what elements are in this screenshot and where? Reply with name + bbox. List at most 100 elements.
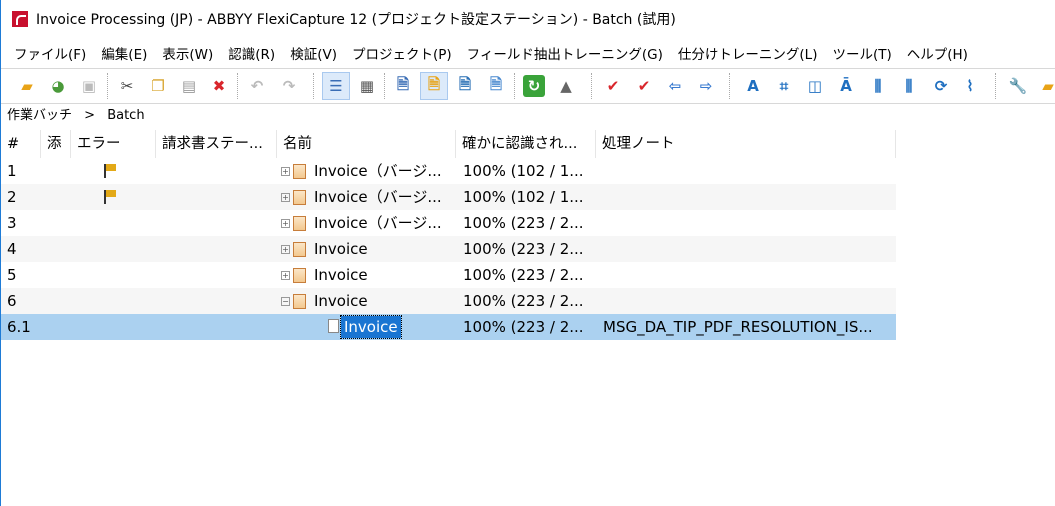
row-recognized: 100% (223 / 2... bbox=[463, 240, 584, 258]
row-name: Invoice bbox=[314, 266, 368, 284]
redo-icon[interactable]: ↷ bbox=[278, 75, 300, 97]
document-definition-icon[interactable]: 🗎 bbox=[420, 72, 448, 100]
menu-help[interactable]: ヘルプ(H) bbox=[907, 43, 968, 63]
check-prev-icon[interactable]: ✔ bbox=[602, 75, 624, 97]
row-number: 2 bbox=[7, 188, 17, 206]
table-row[interactable]: 4 + Invoice 100% (223 / 2... bbox=[1, 236, 896, 262]
col-processing-note[interactable]: 処理ノート bbox=[596, 130, 896, 158]
menu-field-training[interactable]: フィールド抽出トレーニング(G) bbox=[467, 43, 663, 63]
menu-tools[interactable]: ツール(T) bbox=[832, 43, 891, 63]
cut-icon[interactable]: ✂ bbox=[116, 75, 138, 97]
check-next-icon[interactable]: ✔ bbox=[633, 75, 655, 97]
toolbar: ▰ ◕ ▣ ✂ ❐ ▤ ✖ ↶ ↷ ☰ ▦ 🗎 🗎 🗎 🗎 ↻ ▲ ✔ ✔ ⇦ … bbox=[1, 68, 1055, 104]
table-row[interactable]: 5 + Invoice 100% (223 / 2... bbox=[1, 262, 896, 288]
table-row[interactable]: 1 + Invoice（バージ... 100% (102 / 1... bbox=[1, 158, 896, 184]
page-icon bbox=[328, 319, 339, 333]
row-recognized: 100% (102 / 1... bbox=[463, 162, 584, 180]
row-name: Invoice bbox=[314, 240, 368, 258]
breadcrumb-current[interactable]: Batch bbox=[107, 108, 144, 123]
open-folder-icon[interactable]: ▰ bbox=[16, 75, 38, 97]
delete-icon[interactable]: ✖ bbox=[208, 75, 230, 97]
collapse-icon[interactable]: − bbox=[281, 297, 290, 306]
document-icon bbox=[293, 190, 306, 205]
paste-icon[interactable]: ▤ bbox=[178, 75, 200, 97]
expand-icon[interactable]: + bbox=[281, 193, 290, 202]
batch-table: # 添 エラー 請求書ステー... 名前 確かに認識され... 処理ノート 1 +… bbox=[1, 130, 896, 340]
thumbnails-view-icon[interactable]: ▦ bbox=[356, 75, 378, 97]
document-icon bbox=[293, 164, 306, 179]
row-name: Invoice（バージ... bbox=[314, 214, 442, 232]
expand-icon[interactable]: + bbox=[281, 271, 290, 280]
row-number: 5 bbox=[7, 266, 17, 284]
document-icon bbox=[293, 242, 306, 257]
training-icon[interactable]: 🗎 bbox=[454, 75, 476, 97]
col-attachment[interactable]: 添 bbox=[41, 130, 71, 158]
next-document-icon[interactable]: ⇨ bbox=[695, 75, 717, 97]
row-name[interactable]: Invoice bbox=[340, 315, 402, 339]
row-recognized: 100% (223 / 2... bbox=[463, 292, 584, 310]
menu-edit[interactable]: 編集(E) bbox=[101, 43, 147, 63]
row-name: Invoice bbox=[314, 292, 368, 310]
menu-bar: ファイル(F) 編集(E) 表示(W) 認識(R) 検証(V) プロジェクト(P… bbox=[1, 40, 970, 66]
col-name[interactable]: 名前 bbox=[277, 130, 456, 158]
graduation-cap-icon[interactable]: ▲ bbox=[555, 75, 577, 97]
barcode-icon[interactable]: ⫼ bbox=[898, 75, 920, 97]
row-recognized: 100% (102 / 1... bbox=[463, 188, 584, 206]
folder-icon[interactable]: ▰ bbox=[1037, 75, 1055, 97]
breadcrumb-separator: > bbox=[84, 108, 96, 123]
document-settings-icon[interactable]: 🗎 bbox=[392, 75, 414, 97]
barcode-rotate-icon[interactable]: ⫼ bbox=[867, 75, 889, 97]
copy-icon[interactable]: ❐ bbox=[147, 75, 169, 97]
expand-icon[interactable]: + bbox=[281, 245, 290, 254]
text-region-icon[interactable]: A bbox=[742, 75, 764, 97]
row-number: 1 bbox=[7, 162, 17, 180]
row-name: Invoice（バージ... bbox=[314, 162, 442, 180]
menu-recognize[interactable]: 認識(R) bbox=[228, 43, 275, 63]
col-number[interactable]: # bbox=[1, 130, 41, 158]
document-icon bbox=[293, 268, 306, 283]
row-recognized: 100% (223 / 2... bbox=[463, 214, 584, 232]
open-web-icon[interactable]: ◕ bbox=[47, 75, 69, 97]
row-name: Invoice（バージ... bbox=[314, 188, 442, 206]
menu-project[interactable]: プロジェクト(P) bbox=[352, 43, 452, 63]
recognize-icon[interactable]: ↻ bbox=[523, 75, 545, 97]
title-bar: Invoice Processing (JP) - ABBYY FlexiCap… bbox=[1, 0, 1055, 38]
menu-verify[interactable]: 検証(V) bbox=[290, 43, 337, 63]
prev-document-icon[interactable]: ⇦ bbox=[664, 75, 686, 97]
flag-icon bbox=[104, 190, 116, 204]
table-icon[interactable]: ◫ bbox=[804, 75, 826, 97]
expand-icon[interactable]: + bbox=[281, 219, 290, 228]
save-icon[interactable]: ▣ bbox=[78, 75, 100, 97]
menu-view[interactable]: 表示(W) bbox=[162, 43, 213, 63]
table-header: # 添 エラー 請求書ステー... 名前 確かに認識され... 処理ノート bbox=[1, 130, 896, 158]
document-icon bbox=[293, 216, 306, 231]
menu-file[interactable]: ファイル(F) bbox=[14, 43, 86, 63]
crop-icon[interactable]: ⌗ bbox=[773, 75, 795, 97]
tag-icon[interactable]: 🗎 bbox=[485, 75, 507, 97]
clean-brush-icon[interactable]: ⌇ bbox=[959, 75, 981, 97]
details-view-icon[interactable]: ☰ bbox=[322, 72, 350, 100]
row-number: 6 bbox=[7, 292, 17, 310]
window-title: Invoice Processing (JP) - ABBYY FlexiCap… bbox=[36, 12, 676, 28]
undo-icon[interactable]: ↶ bbox=[246, 75, 268, 97]
menu-classification-training[interactable]: 仕分けトレーニング(L) bbox=[678, 43, 818, 63]
table-row[interactable]: 3 + Invoice（バージ... 100% (223 / 2... bbox=[1, 210, 896, 236]
breadcrumb: 作業バッチ > Batch bbox=[7, 106, 145, 126]
table-row[interactable]: 6 − Invoice 100% (223 / 2... bbox=[1, 288, 896, 314]
row-recognized: 100% (223 / 2... bbox=[463, 318, 584, 336]
col-invoice-status[interactable]: 請求書ステー... bbox=[156, 130, 277, 158]
row-number: 4 bbox=[7, 240, 17, 258]
expand-icon[interactable]: + bbox=[281, 167, 290, 176]
document-icon bbox=[293, 294, 306, 309]
col-recognized[interactable]: 確かに認識され... bbox=[456, 130, 596, 158]
row-number: 3 bbox=[7, 214, 17, 232]
table-row[interactable]: 2 + Invoice（バージ... 100% (102 / 1... bbox=[1, 184, 896, 210]
table-row[interactable]: 6.1 Invoice 100% (223 / 2... MSG_DA_TIP_PDF… bbox=[1, 314, 896, 340]
app-logo-icon bbox=[12, 11, 28, 27]
row-note: MSG_DA_TIP_PDF_RESOLUTION_IS... bbox=[603, 318, 873, 336]
font-icon[interactable]: Ā bbox=[835, 75, 857, 97]
rotate-page-icon[interactable]: ⟳ bbox=[930, 75, 952, 97]
breadcrumb-root[interactable]: 作業バッチ bbox=[7, 108, 72, 123]
properties-icon[interactable]: 🔧 bbox=[1007, 75, 1029, 97]
col-error[interactable]: エラー bbox=[71, 130, 156, 158]
